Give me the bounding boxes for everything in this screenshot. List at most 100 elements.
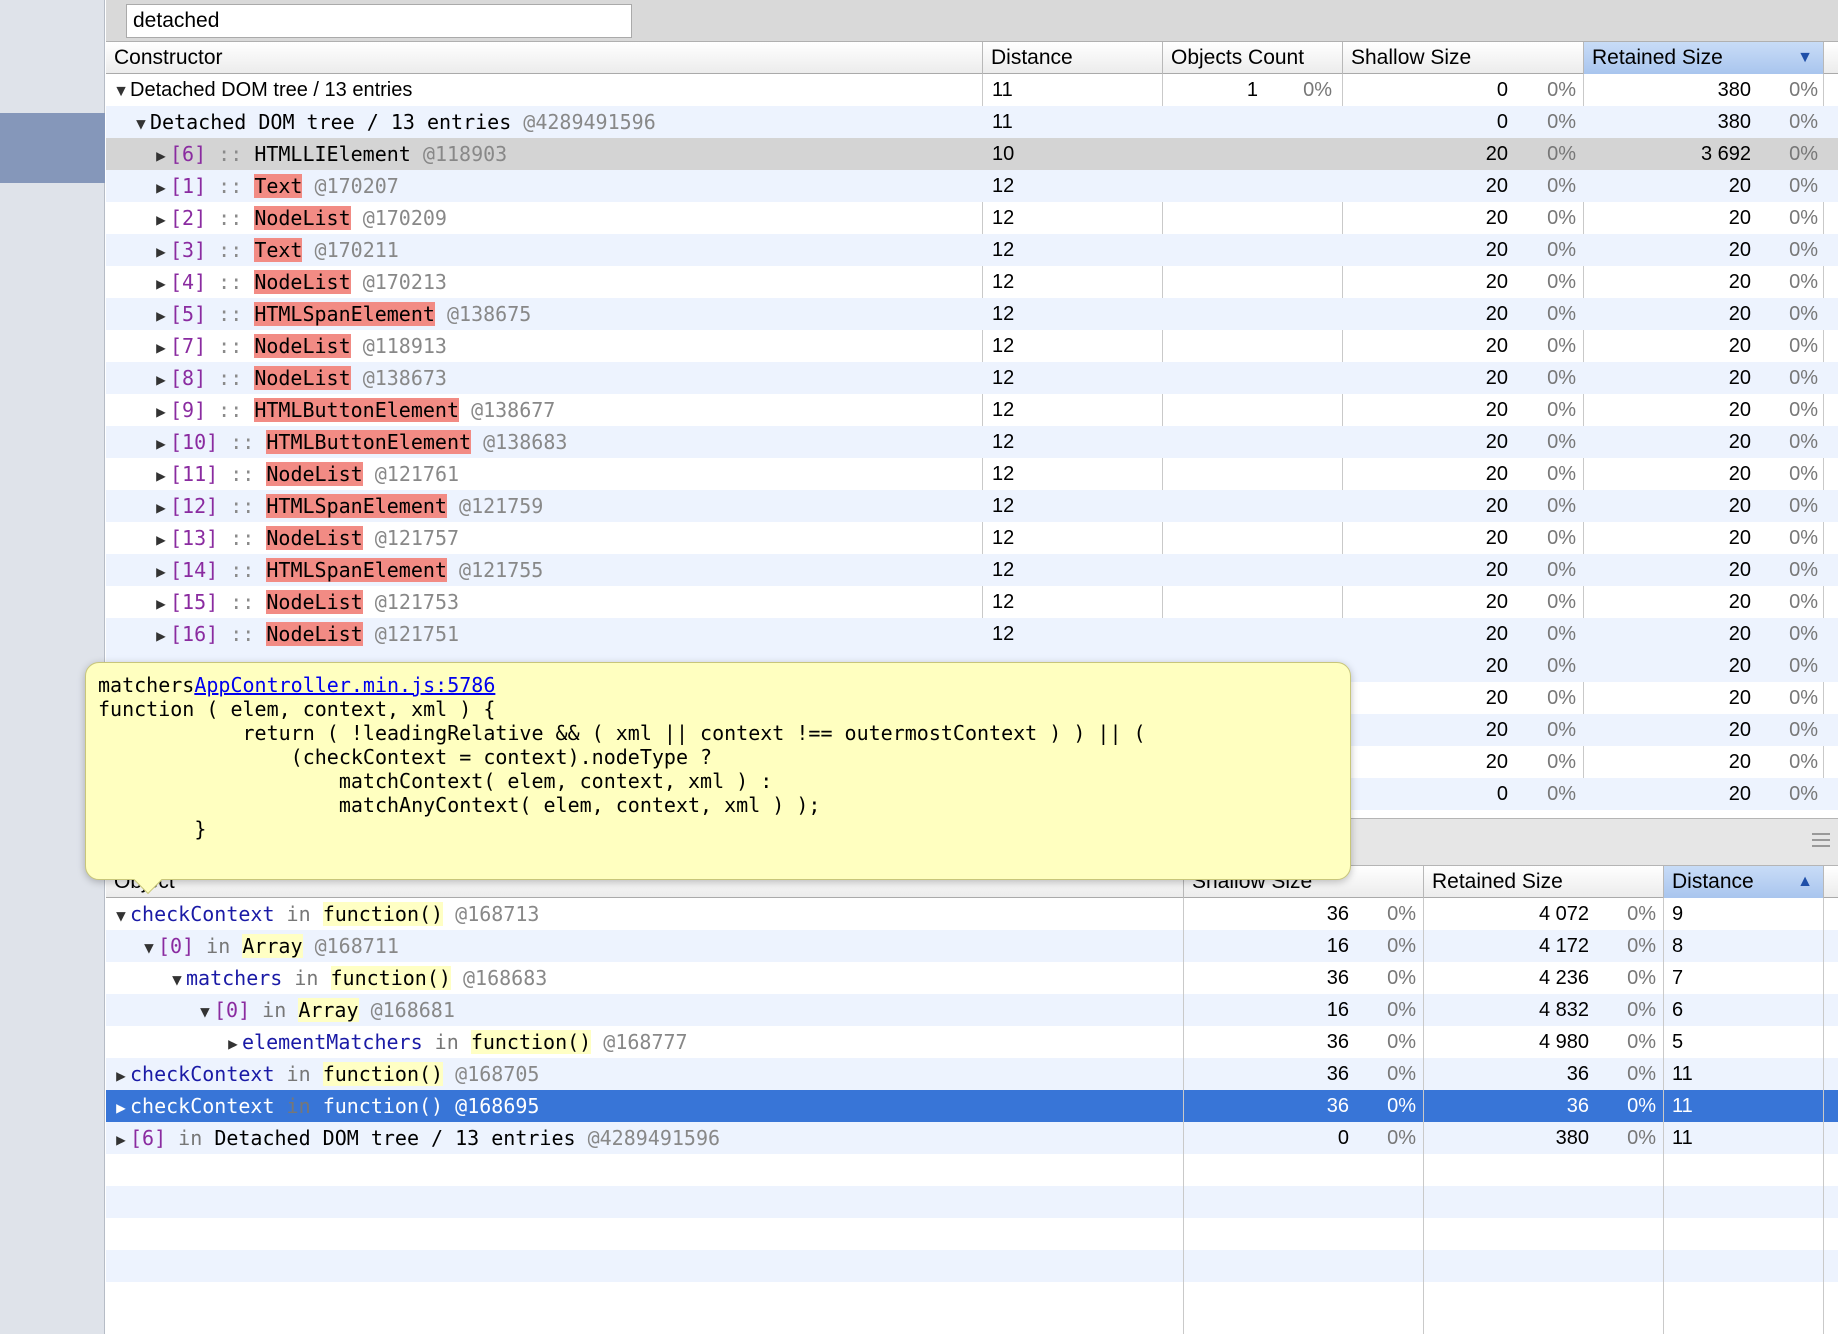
retainer-row[interactable]: ▶ elementMatchers in function() @168777 36… [106,1026,1838,1058]
retained-size-percent: 0% [1627,999,1656,1021]
collapsed-triangle-icon[interactable]: ▶ [112,1092,130,1122]
shallow-size-value: 20 [1485,591,1508,613]
collapsed-triangle-icon[interactable]: ▶ [152,268,170,298]
retainer-property: elementMatchers [242,1030,423,1054]
collapsed-triangle-icon[interactable]: ▶ [152,492,170,522]
detached-node-row[interactable]: ▶ [13] :: NodeList @121757 12 20 0% 20 0% [106,522,1838,554]
retained-size-percent: 0% [1789,143,1818,165]
node-address: @121755 [459,558,544,582]
collapsed-triangle-icon[interactable]: ▶ [224,1028,242,1058]
detached-node-row[interactable]: ▶ [1] :: Text @170207 12 20 0% 20 0% [106,170,1838,202]
column-header-objects-count[interactable]: Objects Count [1163,42,1343,74]
shallow-size-value: 20 [1485,495,1508,517]
column-header-constructor[interactable]: Constructor [106,42,983,74]
collapsed-triangle-icon[interactable]: ▶ [152,556,170,586]
node-separator: :: [218,142,243,166]
objects-count-percent: 0% [1303,79,1332,101]
collapsed-triangle-icon[interactable]: ▶ [152,396,170,426]
retainer-row[interactable]: ▼ [0] in Array @168681 16 0% 4 832 0% 6 [106,994,1838,1026]
retained-size-value: 20 [1728,431,1751,453]
source-link[interactable]: AppController.min.js:5786 [194,673,495,697]
detached-node-row[interactable]: ▶ [11] :: NodeList @121761 12 20 0% 20 0% [106,458,1838,490]
splitter-grip-icon[interactable] [1812,833,1830,847]
node-index: [9] [170,398,207,422]
collapsed-triangle-icon[interactable]: ▶ [152,204,170,234]
retainer-row[interactable]: ▼ checkContext in function() @168713 36 0% 4… [106,898,1838,930]
retained-size-percent: 0% [1789,367,1818,389]
expanded-triangle-icon[interactable]: ▼ [168,964,186,994]
retained-size-percent: 0% [1789,303,1818,325]
detached-node-row[interactable]: ▶ [15] :: NodeList @121753 12 20 0% 20 0% [106,586,1838,618]
expanded-triangle-icon[interactable]: ▼ [140,932,158,962]
node-class-name: NodeList [254,334,351,358]
shallow-size-percent: 0% [1547,751,1576,773]
shallow-size-percent: 0% [1547,559,1576,581]
detached-node-row[interactable]: ▶ [8] :: NodeList @138673 12 20 0% 20 0% [106,362,1838,394]
retainer-property: matchers [186,966,283,990]
retained-size-value: 20 [1728,175,1751,197]
column-header-retained-size[interactable]: Retained Size [1424,866,1664,898]
retained-size-percent: 0% [1627,903,1656,925]
collapsed-triangle-icon[interactable]: ▶ [152,524,170,554]
shallow-size-value: 36 [1326,1063,1349,1085]
shallow-size-percent: 0% [1547,431,1576,453]
expanded-triangle-icon[interactable]: ▼ [132,108,150,138]
collapsed-triangle-icon[interactable]: ▶ [152,236,170,266]
collapsed-triangle-icon[interactable]: ▶ [152,332,170,362]
collapsed-triangle-icon[interactable]: ▶ [112,1060,130,1090]
selected-profile-item[interactable] [0,113,105,183]
collapsed-triangle-icon[interactable]: ▶ [152,140,170,170]
collapsed-triangle-icon[interactable]: ▶ [152,588,170,618]
retained-size-value: 20 [1728,783,1751,805]
expanded-triangle-icon[interactable]: ▼ [112,900,130,930]
column-header-distance[interactable]: Distance [983,42,1163,74]
detached-node-row[interactable]: ▶ [10] :: HTMLButtonElement @138683 12 20 0%… [106,426,1838,458]
retainer-row[interactable]: ▶ [6] in Detached DOM tree / 13 entries @… [106,1122,1838,1154]
detached-node-row[interactable]: ▶ [16] :: NodeList @121751 12 20 0% 20 0% [106,618,1838,650]
column-header-retained-size[interactable]: Retained Size ▼ [1584,42,1824,74]
constructor-group-row[interactable]: ▼Detached DOM tree / 13 entries 11 1 0% … [106,74,1838,106]
class-filter-input[interactable] [126,4,632,38]
detached-node-row[interactable]: ▶ [7] :: NodeList @118913 12 20 0% 20 0% [106,330,1838,362]
shallow-size-value: 20 [1485,399,1508,421]
retained-size-percent: 0% [1627,1063,1656,1085]
retainer-row[interactable]: ▼ matchers in function() @168683 36 0% 4 236… [106,962,1838,994]
collapsed-triangle-icon[interactable]: ▶ [152,428,170,458]
detached-tree-row[interactable]: ▼ Detached DOM tree / 13 entries @4289491… [106,106,1838,138]
retainer-row[interactable]: ▼ [0] in Array @168711 16 0% 4 172 0% 8 [106,930,1838,962]
detached-node-row[interactable]: ▶ [12] :: HTMLSpanElement @121759 12 20 0% 20… [106,490,1838,522]
column-header-distance[interactable]: Distance ▲ [1664,866,1824,898]
detached-node-row[interactable]: ▶ [6] :: HTMLLIElement @118903 10 20 0% 3 692… [106,138,1838,170]
shallow-size-percent: 0% [1547,463,1576,485]
detached-node-row[interactable]: ▶ [9] :: HTMLButtonElement @138677 12 20 0% 2… [106,394,1838,426]
shallow-size-percent: 0% [1547,655,1576,677]
collapsed-triangle-icon[interactable]: ▶ [152,620,170,650]
retainer-object-cell: ▶ [6] in Detached DOM tree / 13 entries @… [112,1122,1174,1154]
retainer-row[interactable]: ▶ checkContext in function() @168695 36 0% 3… [106,1090,1838,1122]
node-address: @121753 [374,590,460,614]
detached-node-row[interactable]: ▶ [2] :: NodeList @170209 12 20 0% 20 0% [106,202,1838,234]
column-header-shallow-size[interactable]: Shallow Size [1343,42,1584,74]
distance-value: 12 [992,463,1015,485]
collapsed-triangle-icon[interactable]: ▶ [152,300,170,330]
expanded-triangle-icon[interactable]: ▼ [196,996,214,1026]
shallow-size-value: 36 [1326,967,1349,989]
collapsed-triangle-icon[interactable]: ▶ [152,172,170,202]
detached-node-row[interactable]: ▶ [3] :: Text @170211 12 20 0% 20 0% [106,234,1838,266]
detached-node-row[interactable]: ▶ [5] :: HTMLSpanElement @138675 12 20 0% 20 0… [106,298,1838,330]
detached-node-row[interactable]: ▶ [4] :: NodeList @170213 12 20 0% 20 0% [106,266,1838,298]
detached-node-row[interactable]: ▶ [14] :: HTMLSpanElement @121755 12 20 0% 20… [106,554,1838,586]
node-separator: :: [230,558,255,582]
collapsed-triangle-icon[interactable]: ▶ [152,460,170,490]
entries-container: ▶ [6] :: HTMLLIElement @118903 10 20 0% 3 692… [106,138,1838,650]
node-separator: :: [218,174,243,198]
collapsed-triangle-icon[interactable]: ▶ [112,1124,130,1154]
collapsed-triangle-icon[interactable]: ▶ [152,364,170,394]
expanded-triangle-icon[interactable]: ▼ [112,76,130,106]
node-address: @170207 [314,174,399,198]
retained-size-value: 4 980 [1538,1031,1589,1053]
retained-size-percent: 0% [1789,175,1818,197]
distance-value: 12 [992,271,1015,293]
retainer-row[interactable]: ▶ checkContext in function() @168705 36 0% 3… [106,1058,1838,1090]
retained-size-percent: 0% [1789,623,1818,645]
